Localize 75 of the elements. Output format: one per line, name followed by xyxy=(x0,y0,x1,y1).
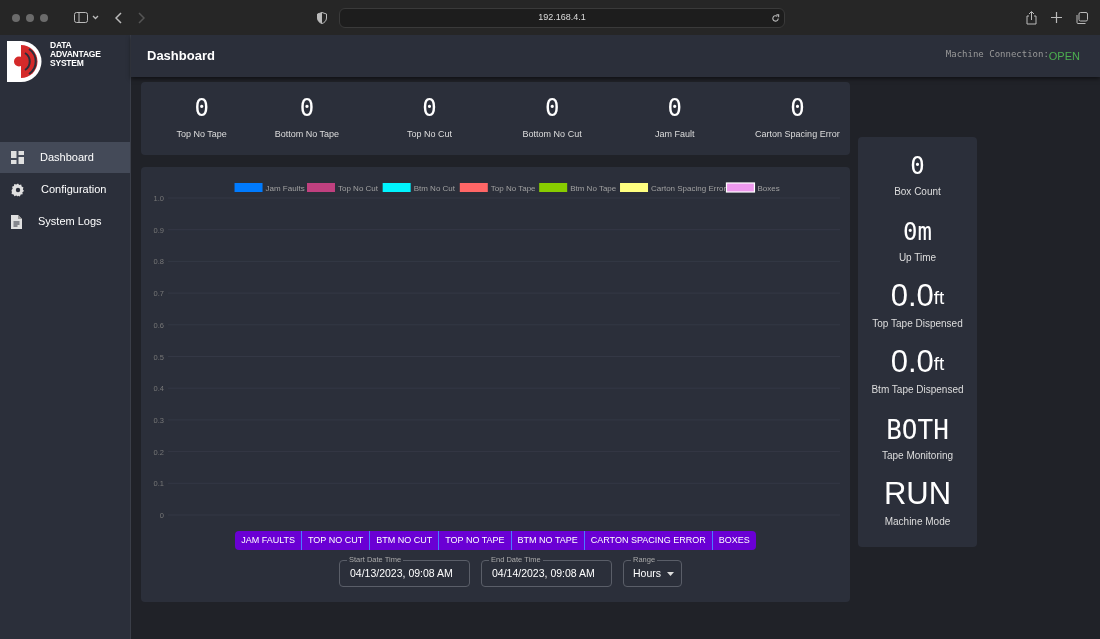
field-value: 04/13/2023, 09:08 AM xyxy=(350,565,453,581)
fault-count: 0 xyxy=(422,95,437,122)
legend-label[interactable]: Carton Spacing Error xyxy=(651,183,727,193)
logo-text: SYSTEM xyxy=(50,59,85,68)
filter-button[interactable]: TOP NO TAPE xyxy=(438,531,511,550)
stat-value: 0 xyxy=(910,151,925,181)
stat-label: Up Time xyxy=(898,251,937,265)
back-icon[interactable] xyxy=(115,11,122,24)
fault-count: 0 xyxy=(544,95,560,122)
sidebar-item[interactable]: Configuration xyxy=(0,174,130,205)
fault-label: Bottom No Cut xyxy=(522,128,582,142)
legend-swatch[interactable] xyxy=(307,183,335,192)
sidebar-item[interactable]: System Logs xyxy=(0,206,130,237)
dropdown-caret-icon xyxy=(667,571,674,576)
filter-button[interactable]: BOXES xyxy=(711,531,756,550)
dashboard-icon xyxy=(11,151,24,164)
sidebar-toggle-icon[interactable] xyxy=(74,12,88,23)
reload-icon[interactable] xyxy=(771,13,780,23)
legend-swatch[interactable] xyxy=(382,183,411,192)
legend-swatch[interactable] xyxy=(620,183,648,192)
legend-swatch[interactable] xyxy=(234,183,263,192)
sidebar-item[interactable]: Dashboard xyxy=(0,142,130,173)
field-value: 04/14/2023, 09:08 AM xyxy=(492,565,595,581)
stat-value: 0.0 xyxy=(890,279,934,313)
address-text: 192.168.4.1 xyxy=(538,10,586,24)
fault-label: Bottom No Tape xyxy=(274,128,340,142)
fault-label: Top No Cut xyxy=(407,128,452,142)
stat-label: Btm Tape Dispensed xyxy=(871,383,964,397)
connection-label: Machine Connection: xyxy=(945,47,1049,59)
legend-label[interactable]: Boxes xyxy=(757,183,780,193)
stat-label: Top Tape Dispensed xyxy=(872,317,963,331)
legend-label[interactable]: Top No Cut xyxy=(338,183,378,193)
page-title: Dashboard xyxy=(147,47,215,66)
filter-button[interactable]: BTM NO CUT xyxy=(369,531,439,550)
stat-value: RUN xyxy=(883,477,952,511)
stat-value: 0m xyxy=(903,217,932,247)
fault-count: 0 xyxy=(194,95,209,122)
fault-count: 0 xyxy=(790,95,805,122)
shield-icon[interactable] xyxy=(317,11,327,24)
legend-swatch[interactable] xyxy=(725,182,756,193)
filter-button[interactable]: CARTON SPACING ERROR xyxy=(583,531,712,550)
stat-value: 0.0 xyxy=(890,345,934,379)
filter-button[interactable]: TOP NO CUT xyxy=(301,531,370,550)
fault-label: Carton Spacing Error xyxy=(755,128,840,142)
connection-status: OPEN xyxy=(1048,48,1080,64)
legend-label[interactable]: Btm No Tape xyxy=(570,183,617,193)
legend-swatch[interactable] xyxy=(459,183,488,192)
field-value: Hours xyxy=(633,565,661,581)
share-icon[interactable] xyxy=(1026,10,1037,25)
chevron-down-icon[interactable] xyxy=(92,15,99,20)
stat-unit: ft xyxy=(933,353,945,376)
logo-text: ADVANTAGE xyxy=(50,50,101,59)
fault-label: Jam Fault xyxy=(655,128,695,142)
tabs-overview-icon[interactable] xyxy=(1076,11,1088,24)
filter-button[interactable]: BTM NO TAPE xyxy=(510,531,584,550)
logo-text: DATA xyxy=(50,41,73,50)
window-controls-icon[interactable] xyxy=(12,13,48,22)
stat-label: Machine Mode xyxy=(884,515,951,529)
document-icon xyxy=(11,214,22,229)
legend-swatch[interactable] xyxy=(539,183,568,192)
stat-value: BOTH xyxy=(886,415,949,445)
legend-label[interactable]: Jam Faults xyxy=(265,183,305,193)
stat-label: Box Count xyxy=(894,185,941,199)
legend-label[interactable]: Top No Tape xyxy=(490,183,536,193)
stat-label: Tape Monitoring xyxy=(881,449,954,463)
stat-unit: ft xyxy=(933,287,945,310)
logo-icon xyxy=(7,41,44,82)
filter-button[interactable]: JAM FAULTS xyxy=(235,531,302,550)
settings-icon xyxy=(11,182,25,197)
address-bar[interactable]: 192.168.4.1 xyxy=(339,7,785,28)
fault-label: Top No Tape xyxy=(176,128,227,142)
fault-count: 0 xyxy=(667,95,682,122)
fault-count: 0 xyxy=(299,95,315,122)
legend-label[interactable]: Btm No Cut xyxy=(413,183,455,193)
plus-icon[interactable] xyxy=(1051,12,1062,23)
